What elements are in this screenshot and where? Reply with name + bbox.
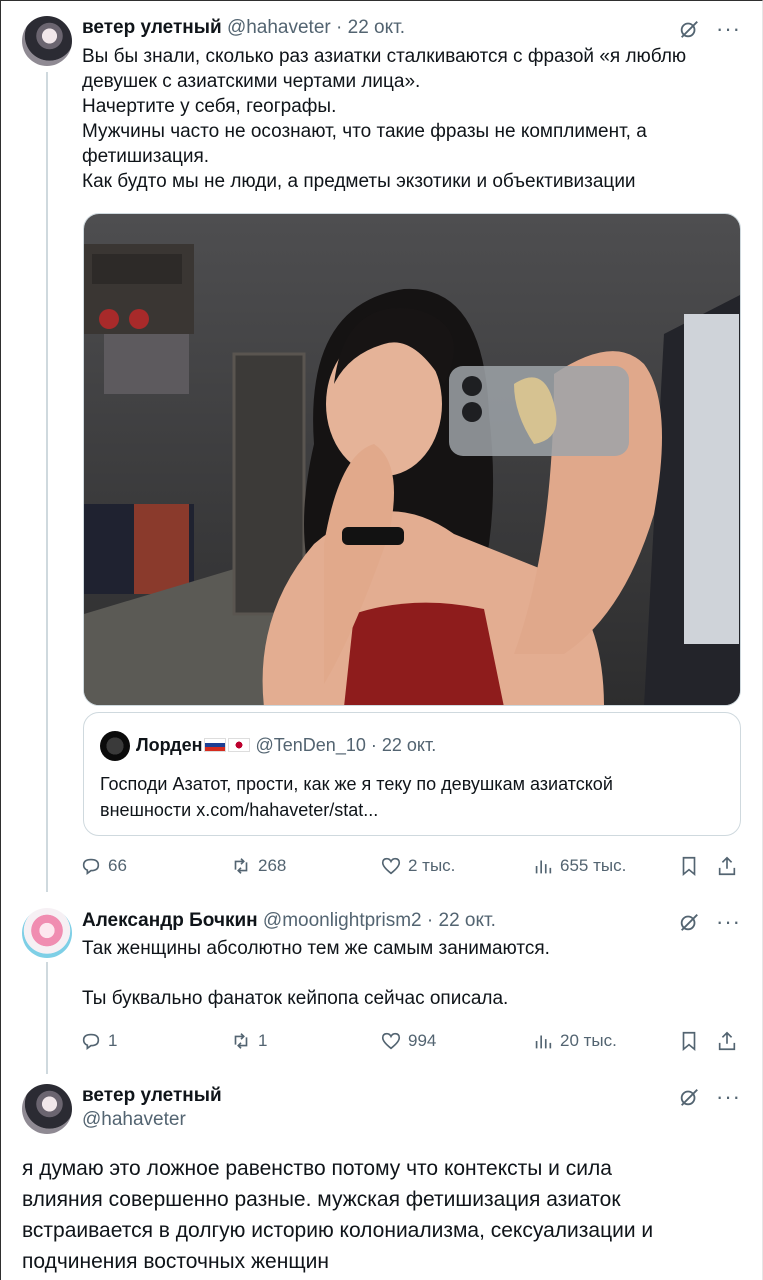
repost-button[interactable]: 268 [230, 851, 286, 881]
share-button[interactable] [716, 851, 738, 881]
author-name[interactable]: Александр Бочкин [82, 910, 258, 931]
like-count: 2 тыс. [408, 856, 456, 875]
tweet-line: Мужчины часто не осознают, что такие фра… [82, 121, 647, 142]
tweet-header-actions: ··· [678, 18, 741, 40]
author-name[interactable]: ветер улетный [82, 17, 222, 38]
thread-line [46, 962, 48, 1074]
like-button[interactable]: 2 тыс. [380, 851, 455, 881]
repost-icon [234, 858, 248, 874]
tweet-header: ветер улетный [82, 1084, 222, 1108]
heart-icon [381, 1032, 401, 1050]
tweet-header-actions: ··· [678, 911, 741, 933]
quote-avatar[interactable] [100, 731, 130, 761]
bookmark-icon [682, 856, 696, 877]
tweet-line: девушек с азиатскими чертами лица». [82, 71, 421, 92]
share-icon [718, 856, 736, 876]
reply-icon [82, 858, 100, 875]
japan-flag-icon [228, 738, 251, 752]
grok-icon[interactable] [678, 1086, 700, 1108]
tweet-line: встраивается в долгую историю колониализ… [22, 1219, 654, 1242]
tweet-header: ветер улетный @hahaveter · 22 окт. [82, 16, 405, 40]
repost-count: 1 [258, 1031, 268, 1050]
tweet-line: влияния совершенно разные. мужская фетиш… [22, 1188, 621, 1211]
more-icon[interactable]: ··· [716, 1086, 741, 1108]
avatar[interactable] [22, 16, 72, 66]
quote-header: Лорден @TenDen_10 · 22 окт. [136, 733, 436, 757]
tweet-line: Как будто мы не люди, а предметы экзотик… [82, 171, 636, 192]
tweet-date[interactable]: 22 окт. [348, 17, 405, 38]
tweet-text: Так женщины абсолютно тем же самым заним… [82, 936, 722, 1011]
quote-line: Господи Азатот, прости, как же я теку по… [100, 774, 613, 794]
views-count: 655 тыс. [560, 856, 627, 875]
thread-line [46, 72, 48, 892]
quote-author-handle[interactable]: @TenDen_10 [256, 735, 366, 755]
reply-button[interactable]: 1 [80, 1026, 117, 1056]
tweet-header: Александр Бочкин @moonlightprism2 · 22 о… [82, 909, 496, 933]
avatar[interactable] [22, 1084, 72, 1134]
tweet-actions: 1 1 994 20 тыс. [80, 1026, 740, 1056]
tweet-actions: 66 268 2 тыс. 655 тыс. [80, 851, 740, 881]
tweet-text: Вы бы знали, сколько раз азиатки сталкив… [82, 44, 722, 194]
bookmark-button[interactable] [678, 1026, 700, 1056]
tweet-line: я думаю это ложное равенство потому что … [22, 1157, 612, 1180]
tweet-photo[interactable] [83, 213, 741, 706]
tweet-line: Так женщины абсолютно тем же самым заним… [82, 938, 550, 959]
views-button[interactable]: 655 тыс. [532, 851, 626, 881]
quoted-tweet[interactable]: Лорден @TenDen_10 · 22 окт. Господи Азат… [83, 712, 741, 836]
repost-button[interactable]: 1 [230, 1026, 267, 1056]
more-icon[interactable]: ··· [716, 18, 741, 40]
separator-dot: · [336, 17, 343, 38]
tweet-line: подчинения восточных женщин [22, 1250, 329, 1273]
reply-button[interactable]: 66 [80, 851, 127, 881]
tweet-header-actions: ··· [678, 1086, 741, 1108]
like-count: 994 [408, 1031, 437, 1050]
tweet-date[interactable]: 22 окт. [439, 910, 496, 931]
avatar[interactable] [22, 908, 72, 958]
share-button[interactable] [716, 1026, 738, 1056]
quote-date[interactable]: 22 окт. [382, 735, 436, 755]
author-handle[interactable]: @moonlightprism2 [263, 910, 422, 931]
separator-dot: · [426, 910, 434, 931]
bookmark-icon [682, 1031, 696, 1052]
author-handle[interactable]: @hahaveter [227, 17, 331, 38]
like-button[interactable]: 994 [380, 1026, 436, 1056]
views-icon [535, 860, 552, 874]
heart-icon [381, 857, 401, 875]
reply-icon [82, 1033, 100, 1050]
more-icon[interactable]: ··· [716, 911, 741, 933]
russia-flag-icon [204, 738, 227, 752]
quote-line: внешности x.com/hahaveter/stat... [100, 800, 379, 820]
quote-author-name[interactable]: Лорден [136, 735, 202, 755]
separator-dot: · [370, 735, 377, 755]
tweet-line: Вы бы знали, сколько раз азиатки сталкив… [82, 46, 687, 67]
reply-count: 66 [108, 856, 127, 875]
share-icon [718, 1031, 736, 1051]
views-button[interactable]: 20 тыс. [532, 1026, 617, 1056]
grok-icon[interactable] [678, 911, 700, 933]
views-icon [535, 1035, 552, 1049]
grok-icon[interactable] [678, 18, 700, 40]
author-handle[interactable]: @hahaveter [82, 1109, 186, 1131]
author-name[interactable]: ветер улетный [82, 1085, 222, 1106]
tweet-line: фетишизация. [82, 146, 210, 167]
tweet-line: Ты буквально фанаток кейпопа сейчас опис… [82, 988, 509, 1009]
repost-count: 268 [258, 856, 287, 875]
quote-text: Господи Азатот, прости, как же я теку по… [100, 771, 720, 823]
bookmark-button[interactable] [678, 851, 700, 881]
reply-count: 1 [108, 1031, 118, 1050]
views-count: 20 тыс. [560, 1031, 617, 1050]
tweet-text: я думаю это ложное равенство потому что … [22, 1153, 742, 1277]
selfie-photo-illustration [84, 214, 740, 705]
repost-icon [234, 1033, 248, 1049]
tweet-line: Начертите у себя, географы. [82, 96, 337, 117]
